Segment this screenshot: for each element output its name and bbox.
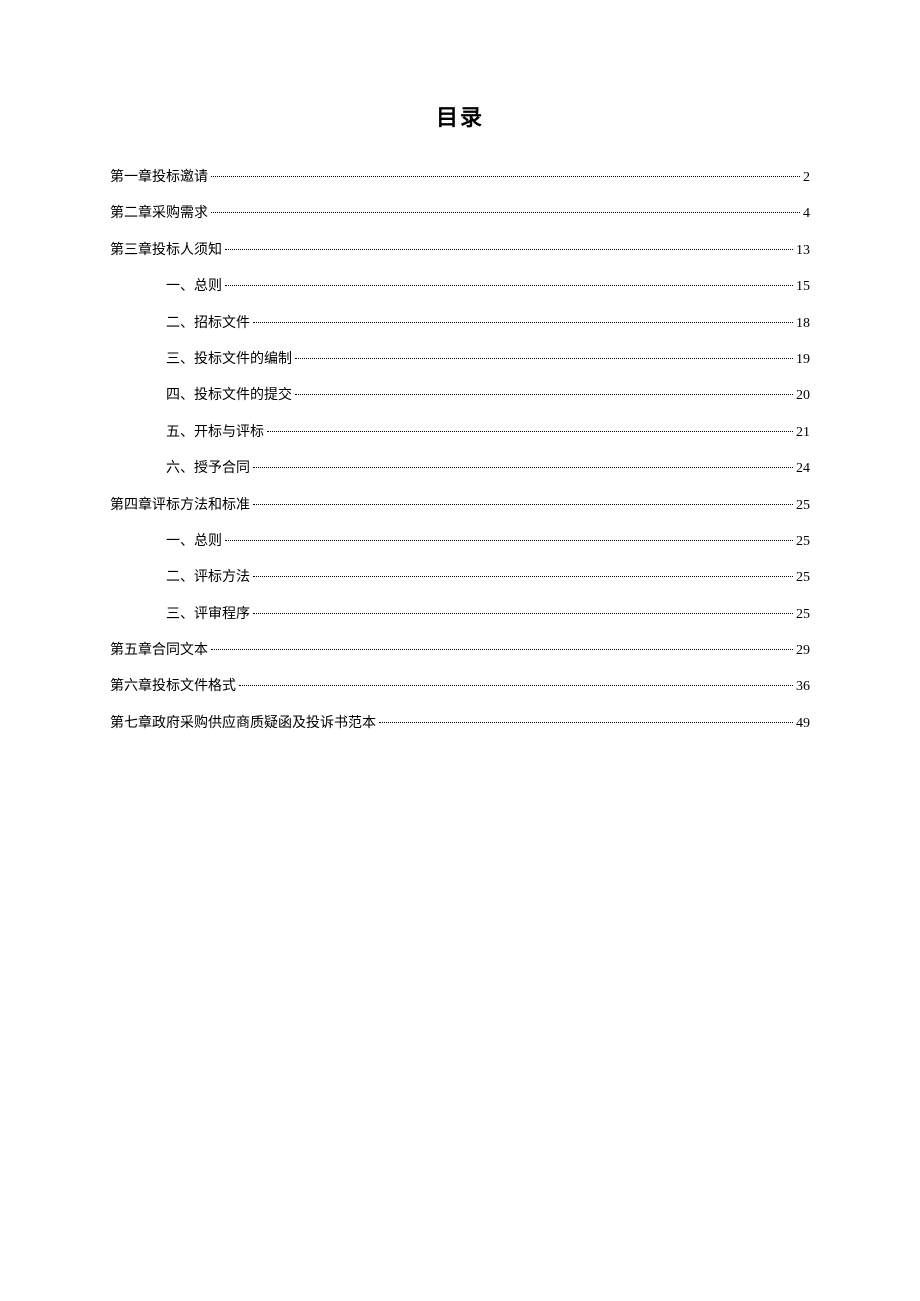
toc-entry-page: 25 <box>796 560 810 596</box>
toc-entry: 五、开标与评标 21 <box>110 415 810 451</box>
toc-dot-leader <box>379 722 793 723</box>
toc-entry-label: 第七章政府采购供应商质疑函及投诉书范本 <box>110 706 376 742</box>
toc-entry: 一、总则 25 <box>110 524 810 560</box>
toc-dot-leader <box>253 613 793 614</box>
toc-entry-label: 第六章投标文件格式 <box>110 669 236 705</box>
toc-entry-page: 24 <box>796 451 810 487</box>
toc-entry: 第七章政府采购供应商质疑函及投诉书范本 49 <box>110 706 810 742</box>
toc-entry: 二、招标文件 18 <box>110 306 810 342</box>
toc-entry-page: 25 <box>796 488 810 524</box>
toc-dot-leader <box>253 467 793 468</box>
toc-dot-leader <box>225 249 793 250</box>
toc-dot-leader <box>225 285 793 286</box>
toc-entry-page: 15 <box>796 269 810 305</box>
toc-title: 目录 <box>110 100 810 132</box>
toc-entry-page: 4 <box>803 196 810 232</box>
toc-entry-label: 二、评标方法 <box>166 560 250 596</box>
toc-list: 第一章投标邀请 2 第二章采购需求 4 第三章投标人须知 13 一、总则 15 二、招标文件 18… <box>110 160 810 742</box>
toc-entry: 二、评标方法 25 <box>110 560 810 596</box>
toc-entry: 第六章投标文件格式 36 <box>110 669 810 705</box>
toc-entry-page: 25 <box>796 524 810 560</box>
toc-entry-page: 21 <box>796 415 810 451</box>
toc-entry: 三、投标文件的编制 19 <box>110 342 810 378</box>
toc-entry-label: 二、招标文件 <box>166 306 250 342</box>
toc-entry-label: 第四章评标方法和标准 <box>110 488 250 524</box>
toc-entry-label: 第三章投标人须知 <box>110 233 222 269</box>
toc-entry-label: 第二章采购需求 <box>110 196 208 232</box>
toc-dot-leader <box>267 431 793 432</box>
toc-entry-page: 36 <box>796 669 810 705</box>
toc-entry-page: 20 <box>796 378 810 414</box>
toc-entry-label: 第五章合同文本 <box>110 633 208 669</box>
toc-entry-label: 五、开标与评标 <box>166 415 264 451</box>
toc-entry: 第五章合同文本 29 <box>110 633 810 669</box>
toc-dot-leader <box>239 685 793 686</box>
toc-dot-leader <box>295 358 793 359</box>
toc-entry-label: 六、授予合同 <box>166 451 250 487</box>
toc-entry: 第四章评标方法和标准 25 <box>110 488 810 524</box>
toc-entry-label: 第一章投标邀请 <box>110 160 208 196</box>
toc-entry: 第一章投标邀请 2 <box>110 160 810 196</box>
toc-entry-label: 三、投标文件的编制 <box>166 342 292 378</box>
toc-entry: 四、投标文件的提交 20 <box>110 378 810 414</box>
toc-dot-leader <box>211 176 800 177</box>
toc-dot-leader <box>211 212 800 213</box>
toc-entry-label: 四、投标文件的提交 <box>166 378 292 414</box>
toc-entry-page: 29 <box>796 633 810 669</box>
toc-dot-leader <box>253 576 793 577</box>
toc-entry-label: 一、总则 <box>166 524 222 560</box>
toc-entry: 第二章采购需求 4 <box>110 196 810 232</box>
toc-entry-label: 一、总则 <box>166 269 222 305</box>
toc-entry-page: 13 <box>796 233 810 269</box>
toc-entry: 第三章投标人须知 13 <box>110 233 810 269</box>
toc-entry-label: 三、评审程序 <box>166 597 250 633</box>
toc-entry-page: 2 <box>803 160 810 196</box>
toc-entry-page: 25 <box>796 597 810 633</box>
toc-entry-page: 19 <box>796 342 810 378</box>
toc-entry: 六、授予合同 24 <box>110 451 810 487</box>
toc-entry-page: 18 <box>796 306 810 342</box>
toc-dot-leader <box>225 540 793 541</box>
toc-dot-leader <box>253 322 793 323</box>
toc-entry-page: 49 <box>796 706 810 742</box>
toc-entry: 一、总则 15 <box>110 269 810 305</box>
toc-entry: 三、评审程序 25 <box>110 597 810 633</box>
toc-dot-leader <box>211 649 793 650</box>
toc-dot-leader <box>295 394 793 395</box>
toc-dot-leader <box>253 504 793 505</box>
